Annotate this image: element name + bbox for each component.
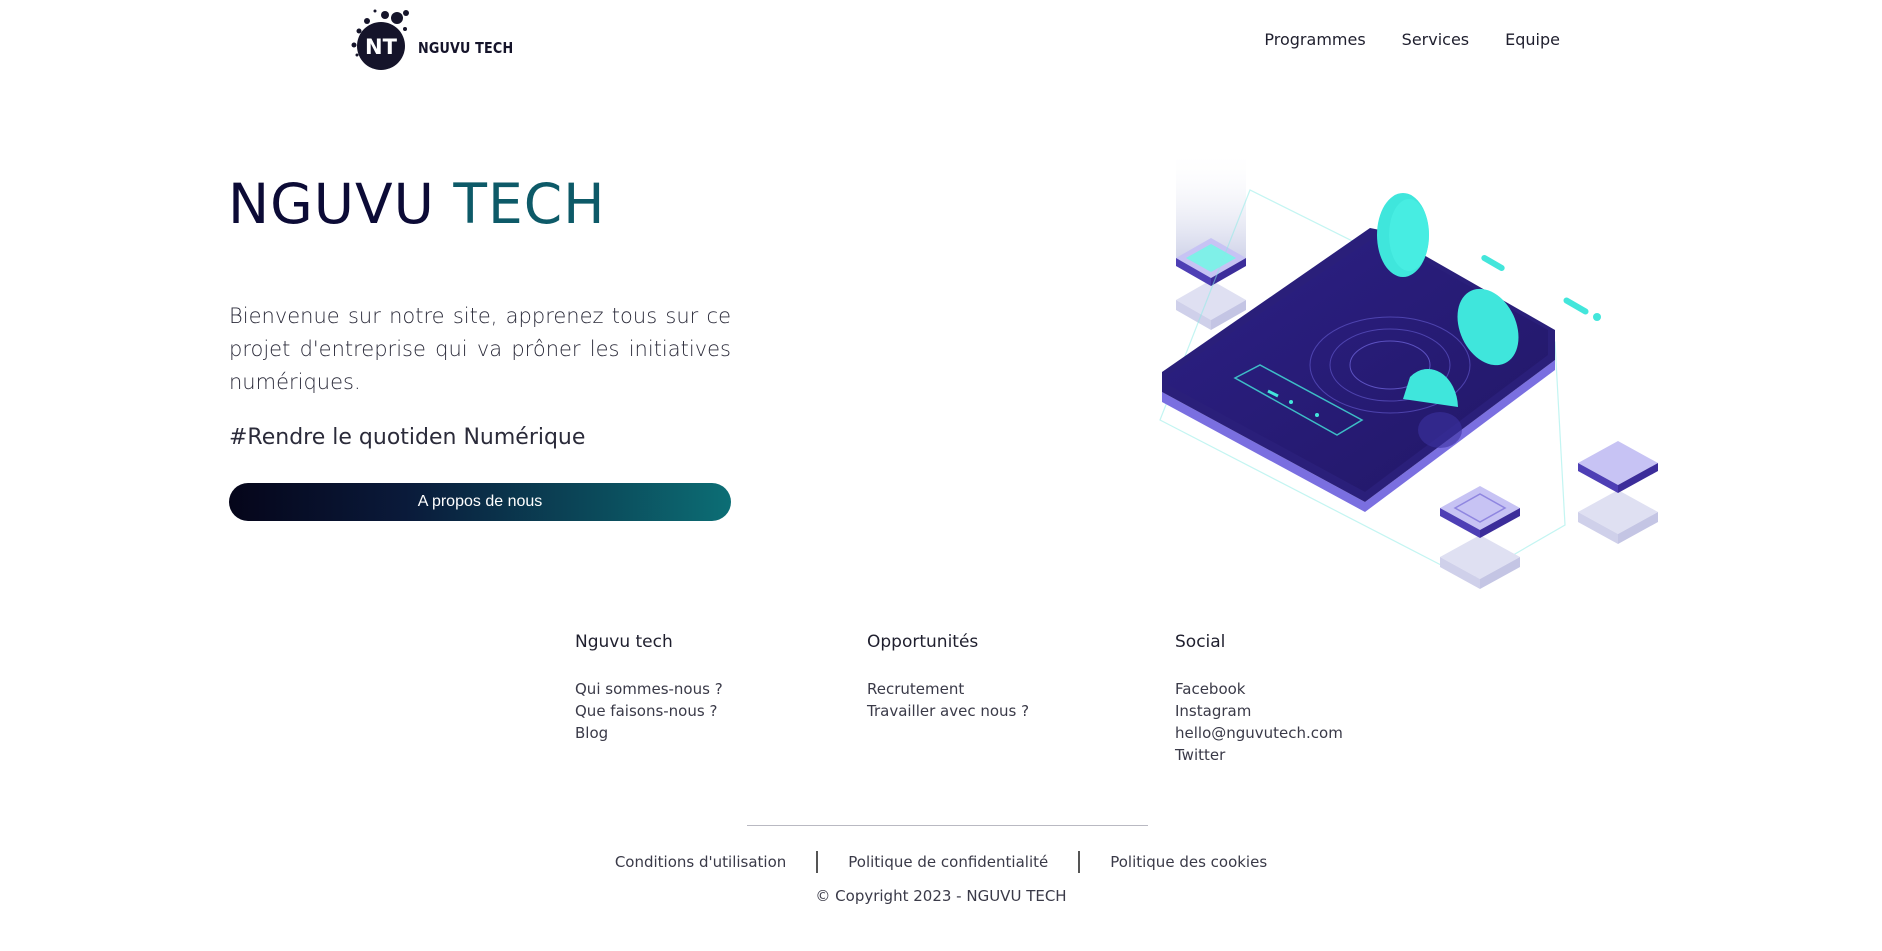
hero-title-part2: TECH	[453, 172, 606, 236]
hero-description: Bienvenue sur notre site, apprenez tous …	[229, 304, 731, 394]
legal-link-conditions[interactable]: Conditions d'utilisation	[615, 853, 786, 871]
isometric-phone-illustration	[1159, 150, 1658, 589]
hero-title: NGUVU TECH	[228, 172, 606, 236]
footer-link-travailler-avec-nous[interactable]: Travailler avec nous ?	[867, 700, 1029, 722]
nt-splash-logo-icon: NT	[351, 9, 409, 70]
footer-link-twitter[interactable]: Twitter	[1175, 744, 1343, 766]
nav-item-programmes[interactable]: Programmes	[1264, 30, 1365, 49]
footer-column-social: Social Facebook Instagram hello@nguvutec…	[1175, 632, 1343, 766]
footer-link-instagram[interactable]: Instagram	[1175, 700, 1343, 722]
footer-column-title: Social	[1175, 632, 1226, 652]
right-cube-stack	[1578, 441, 1658, 544]
svg-text:NT: NT	[365, 35, 398, 59]
footer-column-title: Opportunités	[867, 632, 979, 652]
footer-column-nguvu-tech: Nguvu tech Qui sommes-nous ? Que faisons…	[575, 632, 723, 744]
footer-link-blog[interactable]: Blog	[575, 722, 723, 744]
nav-item-services[interactable]: Services	[1402, 30, 1469, 49]
footer-link-recrutement[interactable]: Recrutement	[867, 678, 1029, 700]
footer-link-que-faisons-nous[interactable]: Que faisons-nous ?	[575, 700, 723, 722]
footer-divider	[747, 825, 1148, 826]
legal-links: Conditions d'utilisation Politique de co…	[0, 851, 1882, 873]
about-us-button[interactable]: A propos de nous	[229, 483, 731, 521]
legal-link-confidentialite[interactable]: Politique de confidentialité	[848, 853, 1048, 871]
middle-cube-stack	[1440, 486, 1520, 589]
footer-link-email[interactable]: hello@nguvutech.com	[1175, 722, 1343, 744]
hero-title-part1: NGUVU	[228, 172, 435, 236]
legal-separator	[816, 851, 819, 873]
logo-wordmark: NGUVU TECH	[418, 39, 514, 57]
nav-item-equipe[interactable]: Equipe	[1505, 30, 1560, 49]
footer-link-facebook[interactable]: Facebook	[1175, 678, 1343, 700]
copyright-text: © Copyright 2023 - NGUVU TECH	[815, 887, 1067, 905]
footer-link-qui-sommes-nous[interactable]: Qui sommes-nous ?	[575, 678, 723, 700]
main-nav: Programmes Services Equipe	[1264, 30, 1560, 49]
hero-hashtag: #Rendre le quotiden Numérique	[229, 425, 586, 450]
footer-column-title: Nguvu tech	[575, 632, 673, 652]
footer-column-opportunites: Opportunités Recrutement Travailler avec…	[867, 632, 1029, 722]
legal-link-cookies[interactable]: Politique des cookies	[1110, 853, 1267, 871]
brand-logo[interactable]: NT NGUVU TECH	[345, 5, 515, 77]
legal-separator	[1078, 851, 1081, 873]
